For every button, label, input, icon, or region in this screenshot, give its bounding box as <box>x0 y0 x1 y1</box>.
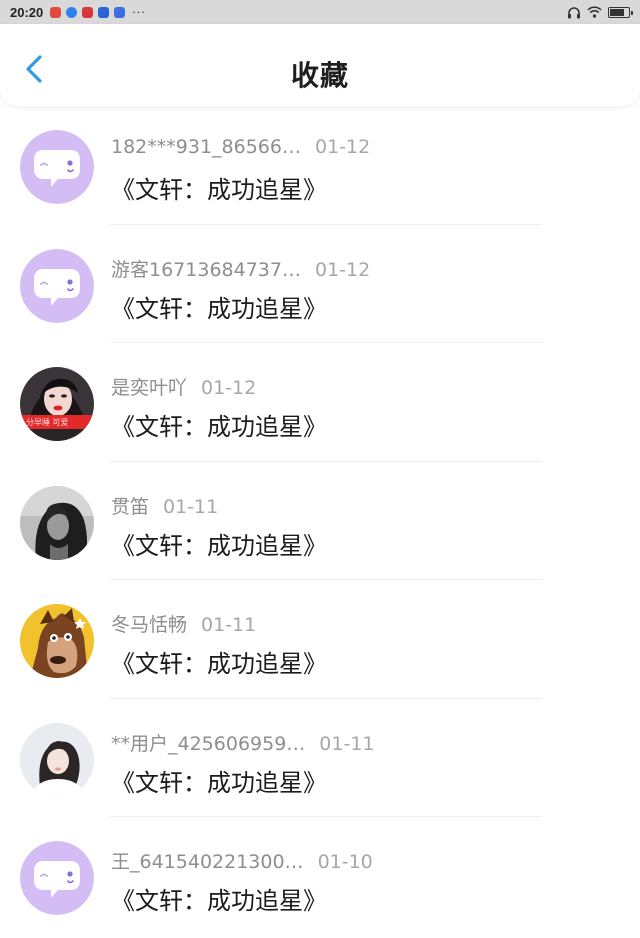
header-bar: 收藏 <box>0 24 640 106</box>
author-name: **用户_425606959… <box>111 732 306 755</box>
author-name: 182***931_86566… <box>111 136 301 158</box>
page-title: 收藏 <box>290 59 349 92</box>
blue-app-icon <box>98 6 110 18</box>
status-time: 20:20 <box>10 4 44 20</box>
item-title: 《文轩：成功追星》 <box>111 413 327 441</box>
item-date: 01-12 <box>201 377 257 399</box>
item-title: 《文轩：成功追星》 <box>111 650 327 678</box>
photo-avatar-bw-girl[interactable] <box>20 486 94 560</box>
blue-stack-app-icon <box>114 6 126 18</box>
wifi-icon <box>587 6 602 18</box>
item-meta: **用户_425606959… 01-11 <box>111 729 375 756</box>
headphones-icon <box>568 6 580 18</box>
blue-circle-app-icon <box>66 6 78 18</box>
item-title: 《文轩：成功追星》 <box>111 294 327 323</box>
favorite-item[interactable]: 贯笛 01-11 《文轩：成功追星》 <box>0 462 640 580</box>
photo-avatar-girl-light[interactable] <box>20 723 94 797</box>
item-date: 01-12 <box>314 258 371 281</box>
favorite-item[interactable]: 182***931_86566… 01-12 《文轩：成功追星》 <box>0 106 640 225</box>
item-date: 01-11 <box>319 732 375 755</box>
author-name: 王_641540221300… <box>111 851 304 873</box>
more-notifications-icon: ··· <box>132 5 146 19</box>
item-title: 《文轩：成功追星》 <box>111 768 327 797</box>
favorite-item[interactable]: 王_641540221300… 01-10 《文轩：成功追星》 <box>0 817 640 936</box>
item-meta: 王_641540221300… 01-10 <box>111 847 373 874</box>
item-meta: 冬马恬畅 01-11 <box>111 610 256 637</box>
favorites-list: 182***931_86566… 01-12 《文轩：成功追星》 游客167136… <box>0 106 640 936</box>
item-meta: 游客16713684737… 01-12 <box>111 255 370 282</box>
item-meta: 182***931_86566… 01-12 <box>111 136 370 158</box>
favorite-item[interactable]: 游客16713684737… 01-12 《文轩：成功追星》 <box>0 225 640 343</box>
favorite-item[interactable]: 冬马恬畅 01-11 《文轩：成功追星》 <box>0 580 640 699</box>
status-bar-right <box>567 6 633 19</box>
default-chat-avatar[interactable] <box>20 130 94 204</box>
default-chat-avatar[interactable] <box>20 841 94 915</box>
status-bar: 20:20 ··· <box>0 0 640 24</box>
battery-icon <box>608 6 633 18</box>
author-name: 冬马恬畅 <box>111 614 188 636</box>
item-date: 01-10 <box>317 851 373 873</box>
status-bar-left: 20:20 ··· <box>10 5 146 20</box>
author-name: 游客16713684737… <box>111 258 301 281</box>
item-date: 01-11 <box>163 495 219 518</box>
favorite-item[interactable]: 是奕叶吖 01-12 《文轩：成功追星》 <box>0 343 640 462</box>
author-name: 是奕叶吖 <box>111 377 188 399</box>
item-meta: 贯笛 01-11 <box>111 492 218 519</box>
author-name: 贯笛 <box>111 495 150 518</box>
item-date: 01-11 <box>201 614 257 636</box>
photo-avatar-girl-red[interactable] <box>20 367 94 441</box>
item-title: 《文轩：成功追星》 <box>111 176 327 204</box>
item-title: 《文轩：成功追星》 <box>111 887 327 915</box>
item-title: 《文轩：成功追星》 <box>111 531 327 560</box>
red-mail-app-icon <box>82 6 94 18</box>
item-date: 01-12 <box>314 136 371 158</box>
red-app-icon <box>50 6 62 18</box>
default-chat-avatar[interactable] <box>20 249 94 323</box>
favorite-item[interactable]: **用户_425606959… 01-11 《文轩：成功追星》 <box>0 699 640 817</box>
item-meta: 是奕叶吖 01-12 <box>111 373 256 400</box>
cartoon-horse-avatar[interactable] <box>20 604 94 678</box>
